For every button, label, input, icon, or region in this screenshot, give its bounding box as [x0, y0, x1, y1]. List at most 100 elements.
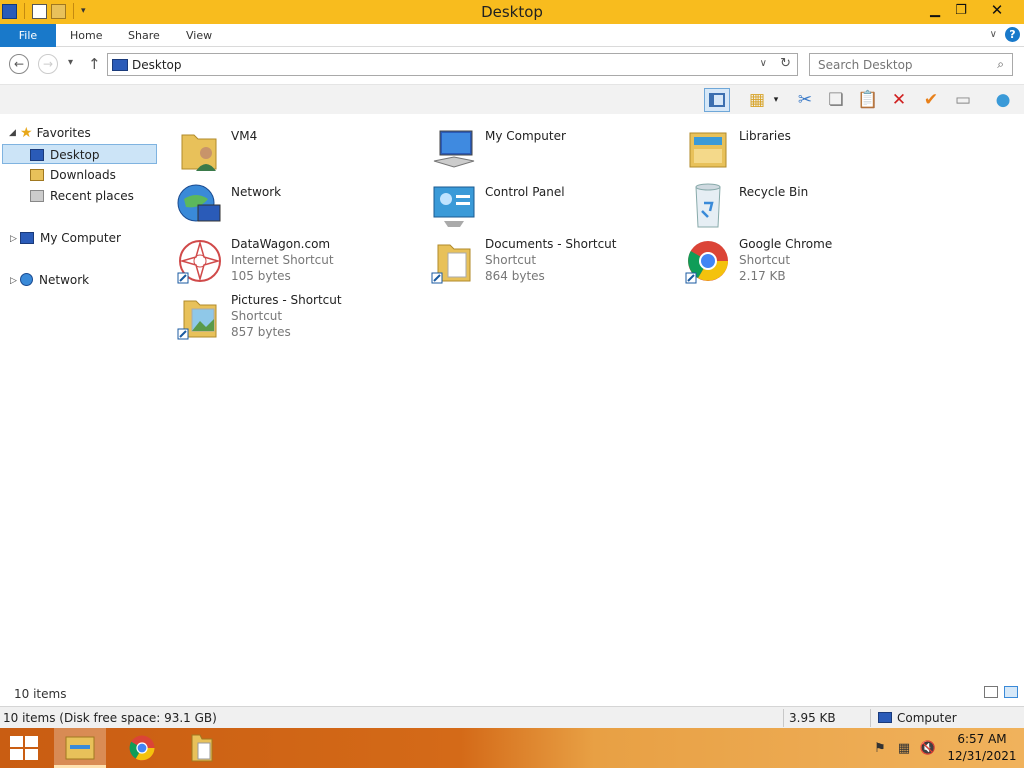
network-expand-arrow[interactable]: ▷ — [10, 276, 17, 286]
action-center-icon[interactable]: ⚑ — [872, 740, 888, 756]
downloads-folder-icon — [30, 169, 44, 181]
navigation-pane-button[interactable] — [704, 88, 730, 112]
taskbar: ⚑ ▦ 🔇 6:57 AM 12/31/2021 — [0, 728, 1024, 768]
list-item-documents-shortcut[interactable]: Documents - Shortcut Shortcut 864 bytes — [414, 233, 664, 285]
navigation-pane-icon — [709, 93, 725, 107]
item-size: 105 bytes — [231, 269, 291, 283]
search-input[interactable] — [810, 54, 980, 75]
paste-button[interactable]: 📋 — [855, 88, 881, 112]
globe-button[interactable]: ● — [990, 88, 1016, 112]
tree-network[interactable]: Network — [20, 270, 89, 290]
start-button[interactable] — [10, 736, 38, 760]
internet-shortcut-icon — [177, 240, 221, 284]
item-type: Shortcut — [739, 253, 791, 267]
status-divider — [783, 709, 784, 727]
computer-icon — [433, 130, 475, 168]
tab-share[interactable]: Share — [128, 24, 160, 47]
taskbar-chrome[interactable] — [116, 728, 168, 768]
scissors-icon: ✂ — [797, 90, 813, 110]
select-dropdown-button[interactable]: ▾ — [769, 88, 783, 112]
list-item-my-computer[interactable]: My Computer — [414, 121, 664, 173]
command-toolbar: ▦ ▾ ✂ ❏ 📋 ✕ ✔ ▭ ● — [0, 84, 1024, 114]
forward-button[interactable]: → — [38, 54, 58, 74]
cut-button[interactable]: ✂ — [792, 88, 818, 112]
tree-my-computer[interactable]: My Computer — [20, 228, 121, 248]
address-path[interactable]: Desktop — [132, 58, 182, 72]
item-name: DataWagon.com — [231, 237, 331, 251]
ribbon-controls: ∨ ? — [990, 27, 1020, 42]
volume-muted-icon[interactable]: 🔇 — [920, 740, 936, 756]
item-name: Network — [231, 185, 282, 199]
properties-button[interactable]: ▭ — [950, 88, 976, 112]
copy-icon: ❏ — [828, 90, 844, 110]
file-list: VM4 My Computer Libraries Network Contro… — [160, 115, 1024, 683]
network-icon — [177, 184, 221, 222]
copy-button[interactable]: ❏ — [823, 88, 849, 112]
tree-item-label: Recent places — [50, 189, 134, 203]
address-bar[interactable]: Desktop ∨ ↻ — [107, 53, 798, 76]
item-size: 2.17 KB — [739, 269, 786, 283]
item-name: Recycle Bin — [739, 185, 809, 199]
select-folder-icon: ▦ — [748, 90, 766, 110]
clock[interactable]: 6:57 AM 12/31/2021 — [940, 731, 1024, 765]
refresh-icon[interactable]: ↻ — [780, 56, 791, 71]
my-computer-expand-arrow[interactable]: ▷ — [10, 234, 17, 244]
list-item-datawagon[interactable]: DataWagon.com Internet Shortcut 105 byte… — [160, 233, 410, 285]
properties-card-icon: ▭ — [954, 90, 972, 110]
ribbon-tabs: File Home Share View ∨ ? — [0, 24, 1024, 47]
taskbar-file-explorer[interactable] — [54, 728, 106, 768]
computer-icon — [20, 232, 34, 244]
list-item-libraries[interactable]: Libraries — [668, 121, 918, 173]
taskbar-documents[interactable] — [176, 728, 228, 768]
title-bar: ▾ Desktop ▁ ❐ ✕ — [0, 0, 1024, 24]
expand-ribbon-icon[interactable]: ∨ — [990, 29, 997, 40]
list-item-google-chrome[interactable]: Google Chrome Shortcut 2.17 KB — [668, 233, 918, 285]
windows-logo-icon — [25, 749, 38, 760]
search-box[interactable]: ⌕ — [809, 53, 1013, 76]
help-icon[interactable]: ? — [1005, 27, 1020, 42]
windows-logo-icon — [25, 736, 38, 747]
documents-shortcut-icon — [431, 244, 471, 284]
computer-icon — [878, 712, 892, 723]
window-controls: ▁ ❐ ✕ — [922, 0, 1020, 20]
user-folder-icon — [181, 134, 217, 171]
up-button[interactable]: ↑ — [88, 55, 101, 73]
tree-favorites[interactable]: ★ Favorites — [20, 123, 91, 143]
item-name: Control Panel — [485, 185, 565, 199]
minimize-button[interactable]: ▁ — [922, 0, 948, 20]
network-status-icon[interactable]: ▦ — [896, 740, 912, 756]
tab-view[interactable]: View — [186, 24, 212, 47]
item-type: Shortcut — [231, 309, 283, 323]
tab-file[interactable]: File — [0, 24, 56, 47]
delete-button[interactable]: ✕ — [886, 88, 912, 112]
rename-button[interactable]: ✔ — [918, 88, 944, 112]
address-dropdown-icon[interactable]: ∨ — [760, 58, 767, 69]
recent-locations-icon[interactable]: ▾ — [68, 57, 73, 68]
item-type: Internet Shortcut — [231, 253, 334, 267]
star-icon: ★ — [20, 125, 33, 141]
large-icons-view-button[interactable] — [1004, 686, 1018, 698]
tree-item-recent-places[interactable]: Recent places — [30, 186, 134, 206]
restore-button[interactable]: ❐ — [948, 0, 974, 20]
tree-item-desktop[interactable]: Desktop — [2, 144, 157, 164]
tree-item-downloads[interactable]: Downloads — [30, 165, 116, 185]
system-tray: ⚑ ▦ 🔇 — [872, 740, 936, 756]
list-item-pictures-shortcut[interactable]: Pictures - Shortcut Shortcut 857 bytes — [160, 289, 410, 341]
back-button[interactable]: ← — [9, 54, 29, 74]
item-name: Libraries — [739, 129, 791, 143]
navigation-bar: ← → ▾ ↑ Desktop ∨ ↻ ⌕ — [0, 48, 1024, 84]
details-view-button[interactable] — [984, 686, 998, 698]
status-bar: 10 items (Disk free space: 93.1 GB) 3.95… — [0, 706, 1024, 728]
select-button[interactable]: ▦ — [744, 88, 770, 112]
tab-home[interactable]: Home — [70, 24, 102, 47]
list-item-vm4[interactable]: VM4 — [160, 121, 410, 173]
close-button[interactable]: ✕ — [974, 0, 1020, 20]
favorites-collapse-arrow[interactable]: ◢ — [9, 128, 16, 138]
status-location: Computer — [878, 711, 957, 725]
search-icon[interactable]: ⌕ — [997, 57, 1004, 72]
list-item-recycle-bin[interactable]: Recycle Bin — [668, 177, 918, 229]
item-name: My Computer — [485, 129, 566, 143]
list-item-control-panel[interactable]: Control Panel — [414, 177, 664, 229]
libraries-icon — [689, 132, 727, 168]
list-item-network[interactable]: Network — [160, 177, 410, 229]
